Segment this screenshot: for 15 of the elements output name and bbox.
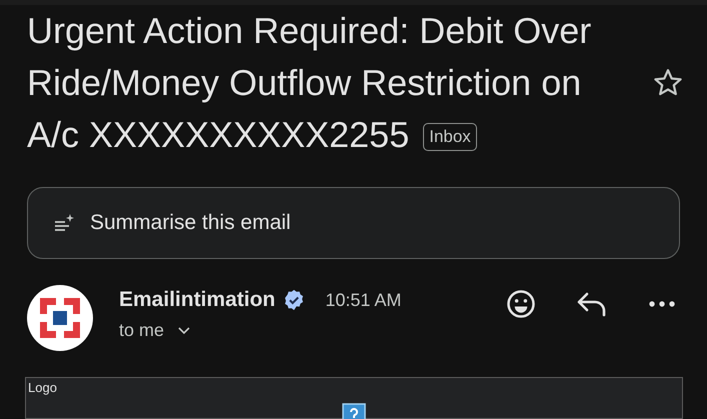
email-subject-line: Ride/Money Outflow Restriction on [27,61,582,105]
reply-icon[interactable] [576,291,608,317]
email-subject-line: A/c XXXXXXXXXX2255 [27,113,410,157]
chevron-down-icon [178,326,190,334]
sender-name: Emailintimation [119,288,276,312]
summarise-button[interactable]: Summarise this email [27,187,680,259]
sender-avatar [27,285,93,351]
emoji-react-icon[interactable] [506,289,536,319]
recipient-toggle[interactable]: to me [119,320,190,341]
label-chip[interactable]: Inbox [423,123,477,151]
sparkle-lines-icon [54,213,76,233]
email-subject-line: Urgent Action Required: Debit Over [27,9,592,53]
message-time: 10:51 AM [325,290,402,310]
image-alt-text: Logo [28,380,57,395]
more-options-icon[interactable] [648,300,676,308]
